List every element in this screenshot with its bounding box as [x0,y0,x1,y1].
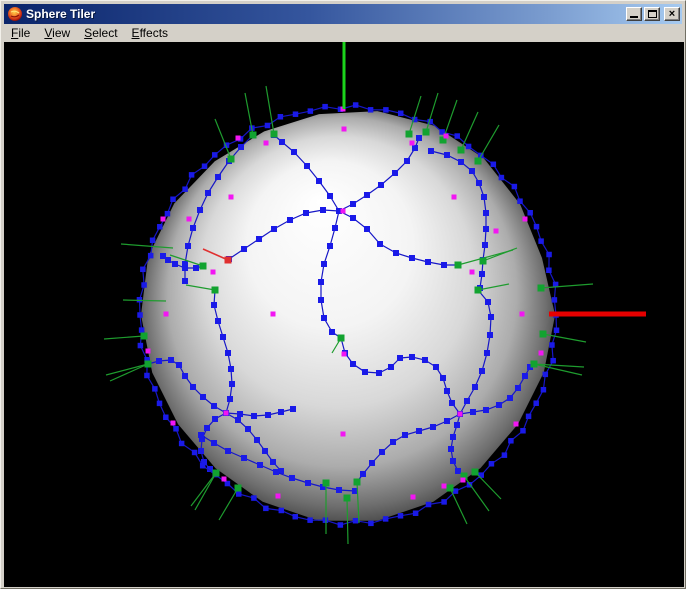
maximize-icon [648,10,657,18]
menu-item-effects[interactable]: Effects [125,25,175,41]
app-icon [8,7,22,21]
window-title: Sphere Tiler [26,7,96,21]
menu-item-view[interactable]: View [37,25,77,41]
minimize-button[interactable] [626,7,642,21]
title-bar[interactable]: Sphere Tiler × [4,4,682,24]
menu-item-select[interactable]: Select [77,25,124,41]
minimize-icon [630,16,638,18]
app-window: Sphere Tiler × File View Select Effects [0,0,686,589]
menu-item-file[interactable]: File [4,25,37,41]
close-button[interactable]: × [664,7,680,21]
viewport-3d[interactable] [4,42,684,587]
sphere-scene [103,42,646,545]
menu-bar: File View Select Effects [4,24,682,42]
maximize-button[interactable] [644,7,660,21]
close-icon: × [668,8,676,20]
